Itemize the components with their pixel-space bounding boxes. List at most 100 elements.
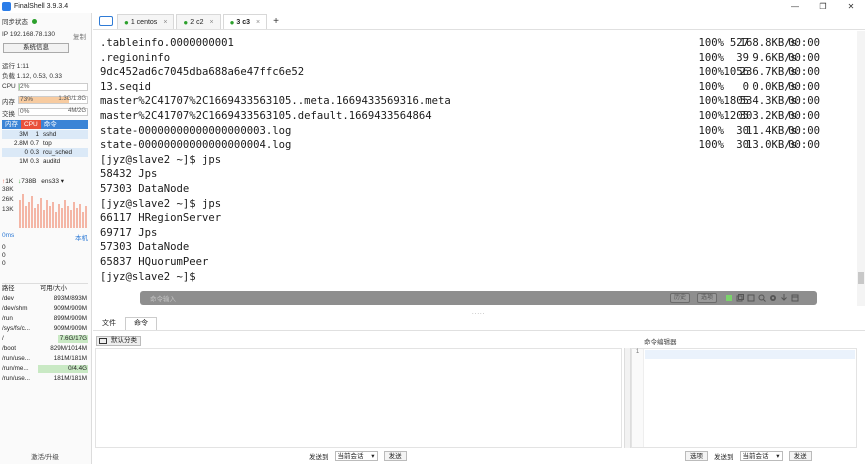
disk-row[interactable]: /run 899M/909M bbox=[2, 314, 88, 324]
send-green-icon[interactable] bbox=[725, 294, 733, 302]
sort-by-cpu-tab[interactable]: CPU bbox=[21, 120, 41, 129]
mem-value: 1.3G/1.8G bbox=[58, 96, 86, 102]
command-editor[interactable]: 1 bbox=[631, 348, 857, 448]
minimize-button[interactable]: — bbox=[781, 0, 809, 13]
close-tab-icon[interactable]: × bbox=[209, 19, 213, 26]
copy-icon[interactable] bbox=[736, 294, 744, 302]
terminal-line: [jyz@slave2 ~]$ bbox=[100, 270, 196, 283]
disk-row[interactable]: /dev 893M/893M bbox=[2, 294, 88, 304]
tab-centos[interactable]: ● 1 centos × bbox=[117, 14, 175, 29]
cpu-value: 2% bbox=[20, 83, 30, 90]
send-to-label: 发送到 bbox=[714, 454, 734, 461]
sort-by-memory-tab[interactable]: 内存 bbox=[2, 120, 21, 129]
connected-dot-icon: ● bbox=[124, 17, 129, 27]
transfer-size: 39 bbox=[736, 51, 749, 64]
vertical-splitter[interactable] bbox=[624, 348, 631, 448]
terminal-line: 57303 DataNode bbox=[100, 183, 190, 195]
command-editor-title: 命令编辑器 bbox=[644, 339, 677, 346]
interface-dropdown-icon[interactable]: ▾ bbox=[61, 178, 64, 185]
transfer-pct: 100% bbox=[698, 37, 724, 49]
folder-icon[interactable] bbox=[99, 16, 113, 26]
session-select[interactable]: 当前会话 ▾ bbox=[334, 451, 378, 461]
disk-row[interactable]: /run/me... 0/4.4G bbox=[2, 364, 88, 374]
transfer-file-name: state-00000000000000000004.log bbox=[100, 139, 292, 152]
send-button[interactable]: 发送 bbox=[788, 451, 812, 461]
sync-status[interactable]: 同步状态 bbox=[2, 16, 37, 26]
process-row[interactable]: 1M 0.3 auditd bbox=[2, 157, 88, 166]
terminal-line: 66117 HRegionServer bbox=[100, 212, 222, 225]
copy-ip-link[interactable]: 复制 bbox=[73, 31, 86, 41]
ping-target[interactable]: 本机 bbox=[75, 232, 88, 242]
title-bar: FinalShell 3.9.3.4 — ❐ ✕ bbox=[0, 0, 865, 13]
process-row[interactable]: 0 0.3 rcu_sched bbox=[2, 148, 88, 157]
process-row[interactable]: 2.8M 0.7 top bbox=[2, 139, 88, 148]
left-send-bar: 发送到 当前会话 ▾ 发送 bbox=[309, 450, 413, 462]
settings-gear-icon[interactable] bbox=[769, 294, 777, 302]
send-button[interactable]: 发送 bbox=[383, 451, 407, 461]
disk-row[interactable]: /boot 829M/1014M bbox=[2, 344, 88, 354]
terminal[interactable]: .tableinfo.0000000001 100% 527 168.8KB/s 00:… bbox=[93, 31, 857, 293]
transfer-time: 00:00 bbox=[788, 124, 820, 137]
swap-label: 交换 bbox=[2, 111, 15, 118]
session-select[interactable]: 当前会话 ▾ bbox=[739, 451, 783, 461]
session-tab-bar: ● 1 centos × ● 2 c2 × ● 3 c3 × + bbox=[93, 13, 865, 30]
transfer-pct: 100% bbox=[698, 51, 724, 64]
select-button[interactable]: 选项 bbox=[685, 451, 708, 461]
tab-files[interactable]: 文件 bbox=[93, 317, 125, 330]
disk-table: 路径 可用/大小 /dev 893M/893M /dev/shm 909M/909M … bbox=[2, 283, 88, 384]
cpu-label: CPU bbox=[2, 83, 16, 90]
disk-row[interactable]: /run/use... 181M/181M bbox=[2, 374, 88, 384]
process-row[interactable]: 3M 1 sshd bbox=[2, 130, 88, 139]
system-info-button[interactable]: 系统信息 bbox=[3, 43, 69, 53]
transfer-time: 00:00 bbox=[788, 110, 820, 122]
ping-value: 0 bbox=[2, 244, 6, 251]
disk-row[interactable]: /dev/shm 909M/909M bbox=[2, 304, 88, 314]
search-icon[interactable] bbox=[758, 294, 766, 302]
mem-meter: 73% 1.3G/1.8G bbox=[18, 96, 88, 104]
ping-value: 0 bbox=[2, 252, 6, 259]
close-window-button[interactable]: ✕ bbox=[837, 0, 865, 13]
tab-c2[interactable]: ● 2 c2 × bbox=[176, 14, 221, 29]
transfer-time: 00:00 bbox=[788, 66, 820, 79]
upgrade-link[interactable]: 激活/升级 bbox=[0, 451, 90, 461]
fullscreen-icon[interactable] bbox=[791, 294, 799, 302]
maximize-button[interactable]: ❐ bbox=[809, 0, 837, 13]
close-tab-icon[interactable]: × bbox=[256, 19, 260, 26]
terminal-scrollbar[interactable] bbox=[857, 31, 865, 306]
command-category[interactable]: 默认分类 bbox=[96, 336, 141, 346]
network-interface[interactable]: ens33 bbox=[41, 178, 59, 185]
transfer-time: 00:00 bbox=[788, 37, 820, 49]
terminal-line: [jyz@slave2 ~]$ jps bbox=[100, 153, 222, 166]
disk-row[interactable]: /sys/fs/c... 909M/909M bbox=[2, 324, 88, 334]
swap-value: 4M/2G bbox=[67, 108, 86, 114]
paste-icon[interactable] bbox=[747, 294, 755, 302]
disk-row[interactable]: /run/use... 181M/181M bbox=[2, 354, 88, 364]
transfer-time: 00:00 bbox=[788, 51, 820, 64]
tab-c3[interactable]: ● 3 c3 × bbox=[222, 14, 268, 29]
folder-icon bbox=[99, 338, 107, 344]
close-tab-icon[interactable]: × bbox=[163, 19, 167, 26]
left-panel: 同步状态 IP 192.168.78.130 复制 系统信息 运行 1:11 负… bbox=[0, 13, 92, 464]
options-button[interactable]: 选项 bbox=[697, 293, 718, 303]
uptime: 运行 1:11 bbox=[2, 63, 29, 70]
transfer-time: 00:00 bbox=[788, 139, 820, 152]
history-button[interactable]: 历史 bbox=[670, 293, 691, 303]
command-input[interactable]: 命令输入 bbox=[150, 293, 176, 303]
download-rate: 738B bbox=[21, 178, 37, 185]
disk-row[interactable]: /7.6G/17G bbox=[2, 334, 88, 344]
command-input-bar[interactable]: 命令输入 历史 选项 bbox=[140, 291, 817, 305]
connected-dot-icon: ● bbox=[183, 17, 189, 27]
transfer-file-name: 9dc452ad6c7045dba688a6e47ffc6e52 bbox=[100, 66, 305, 79]
tab-commands[interactable]: 命令 bbox=[125, 317, 157, 330]
ping-value: 0 bbox=[2, 260, 6, 267]
command-list[interactable] bbox=[95, 348, 622, 448]
load-average: 负载 1.12, 0.53, 0.33 bbox=[2, 73, 62, 80]
download-icon[interactable] bbox=[780, 294, 788, 302]
transfer-pct: 100% bbox=[698, 110, 724, 122]
transfer-file-name: 13.seqid bbox=[100, 80, 152, 93]
upload-rate: 1K bbox=[5, 178, 14, 185]
net-y-tick: 38K bbox=[2, 186, 14, 193]
add-tab-button[interactable]: + bbox=[273, 16, 279, 27]
scrollbar-thumb[interactable] bbox=[858, 272, 864, 284]
sort-by-command-tab[interactable]: 命令 bbox=[41, 120, 60, 129]
